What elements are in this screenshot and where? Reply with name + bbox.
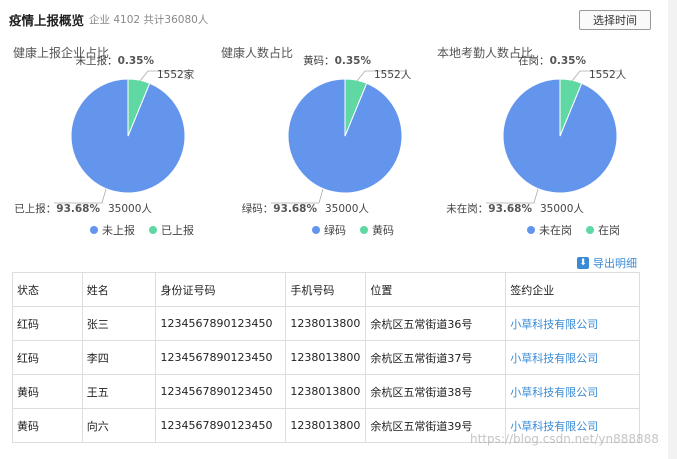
legend-item[interactable]: 黄码 (360, 222, 394, 238)
legend-item[interactable]: 未在岗 (527, 222, 572, 238)
cell-phone: 1238013800 (285, 340, 367, 375)
legend-item[interactable]: 绿码 (312, 222, 346, 238)
cell-company-link[interactable]: 小草科技有限公司 (505, 340, 640, 375)
watermark: https://blog.csdn.net/yn888888 (470, 432, 659, 446)
major-slice-count: 35000人 (540, 203, 584, 215)
cell-name: 张三 (81, 306, 157, 341)
cell-location: 余杭区五常街道37号 (365, 340, 507, 375)
major-slice-count: 35000人 (325, 203, 369, 215)
legend-item[interactable]: 未上报 (90, 222, 135, 238)
cell-phone: 1238013800 (285, 374, 367, 409)
cell-id-number: 1234567890123450 (155, 408, 287, 443)
cell-status: 黄码 (12, 408, 83, 443)
table-row: 红码 李四 1234567890123450 1238013800 余杭区五常街… (12, 340, 640, 375)
legend-dot-icon (90, 226, 98, 234)
minor-slice-label: 黄码：0.35% (303, 54, 371, 67)
legend-item[interactable]: 已上报 (149, 222, 194, 238)
table-row: 黄码 王五 1234567890123450 1238013800 余杭区五常街… (12, 374, 640, 409)
pie-chart-health: 黄码：0.35%1552人绿码：93.68% 35000人 (242, 54, 412, 215)
summary-text: 企业 4102 共计36080人 (89, 14, 209, 26)
legend-health: 绿码 黄码 (312, 222, 394, 238)
major-slice-count: 35000人 (108, 203, 152, 215)
pie-chart-report: 未上报：0.35%1552家已上报：93.68% 35000人 (14, 54, 195, 215)
legend-dot-icon (312, 226, 320, 234)
chart-title-health: 健康人数占比 (221, 46, 294, 60)
legend-attendance: 未在岗 在岗 (527, 222, 620, 238)
cell-company-link[interactable]: 小草科技有限公司 (505, 374, 640, 409)
legend-dot-icon (527, 226, 535, 234)
column-header: 身份证号码 (155, 272, 287, 307)
page-title: 疫情上报概览 (9, 13, 85, 28)
overview-panel: 疫情上报概览 企业 4102 共计36080人 选择时间 健康上报企业占比 未上… (0, 0, 668, 459)
minor-slice-label: 在岗：0.35% (518, 55, 586, 67)
minor-slice-label: 未上报：0.35% (76, 54, 155, 67)
legend-dot-icon (586, 226, 594, 234)
pie-chart-attendance: 在岗：0.35%1552人未在岗：93.68% 35000人 (446, 55, 627, 215)
table-header-row: 状态 姓名 身份证号码 手机号码 位置 签约企业 (12, 272, 640, 307)
major-slice-label: 已上报：93.68% (14, 202, 100, 215)
cell-location: 余杭区五常街道38号 (365, 374, 507, 409)
cell-id-number: 1234567890123450 (155, 374, 287, 409)
cell-id-number: 1234567890123450 (155, 340, 287, 375)
cell-phone: 1238013800 (285, 408, 367, 443)
major-slice-label: 绿码：93.68% (242, 202, 318, 215)
cell-name: 王五 (81, 374, 157, 409)
table-row: 红码 张三 1234567890123450 1238013800 余杭区五常街… (12, 306, 640, 341)
minor-slice-count: 1552家 (157, 68, 195, 81)
column-header: 签约企业 (505, 272, 640, 307)
cell-location: 余杭区五常街道36号 (365, 306, 507, 341)
cell-id-number: 1234567890123450 (155, 306, 287, 341)
select-time-button[interactable]: 选择时间 (579, 10, 651, 30)
legend-dot-icon (360, 226, 368, 234)
major-slice-label: 未在岗：93.68% (446, 203, 532, 215)
cell-name: 向六 (81, 408, 157, 443)
download-icon: ⬇ (577, 257, 589, 269)
legend-report: 未上报 已上报 (90, 222, 194, 238)
export-details-button[interactable]: ⬇ 导出明细 (577, 255, 637, 271)
column-header: 状态 (12, 272, 83, 307)
cell-phone: 1238013800 (285, 306, 367, 341)
cell-name: 李四 (81, 340, 157, 375)
detail-table: 状态 姓名 身份证号码 手机号码 位置 签约企业 红码 张三 123456789… (12, 272, 640, 443)
column-header: 位置 (365, 272, 507, 307)
label-leader-line (486, 188, 539, 204)
minor-slice-count: 1552人 (589, 69, 627, 81)
cell-status: 黄码 (12, 374, 83, 409)
legend-dot-icon (149, 226, 157, 234)
label-leader-line (271, 188, 324, 204)
column-header: 手机号码 (285, 272, 367, 307)
label-leader-line (54, 188, 107, 204)
minor-slice-count: 1552人 (374, 69, 412, 81)
cell-status: 红码 (12, 306, 83, 341)
cell-status: 红码 (12, 340, 83, 375)
column-header: 姓名 (81, 272, 157, 307)
legend-item[interactable]: 在岗 (586, 222, 620, 238)
cell-company-link[interactable]: 小草科技有限公司 (505, 306, 640, 341)
